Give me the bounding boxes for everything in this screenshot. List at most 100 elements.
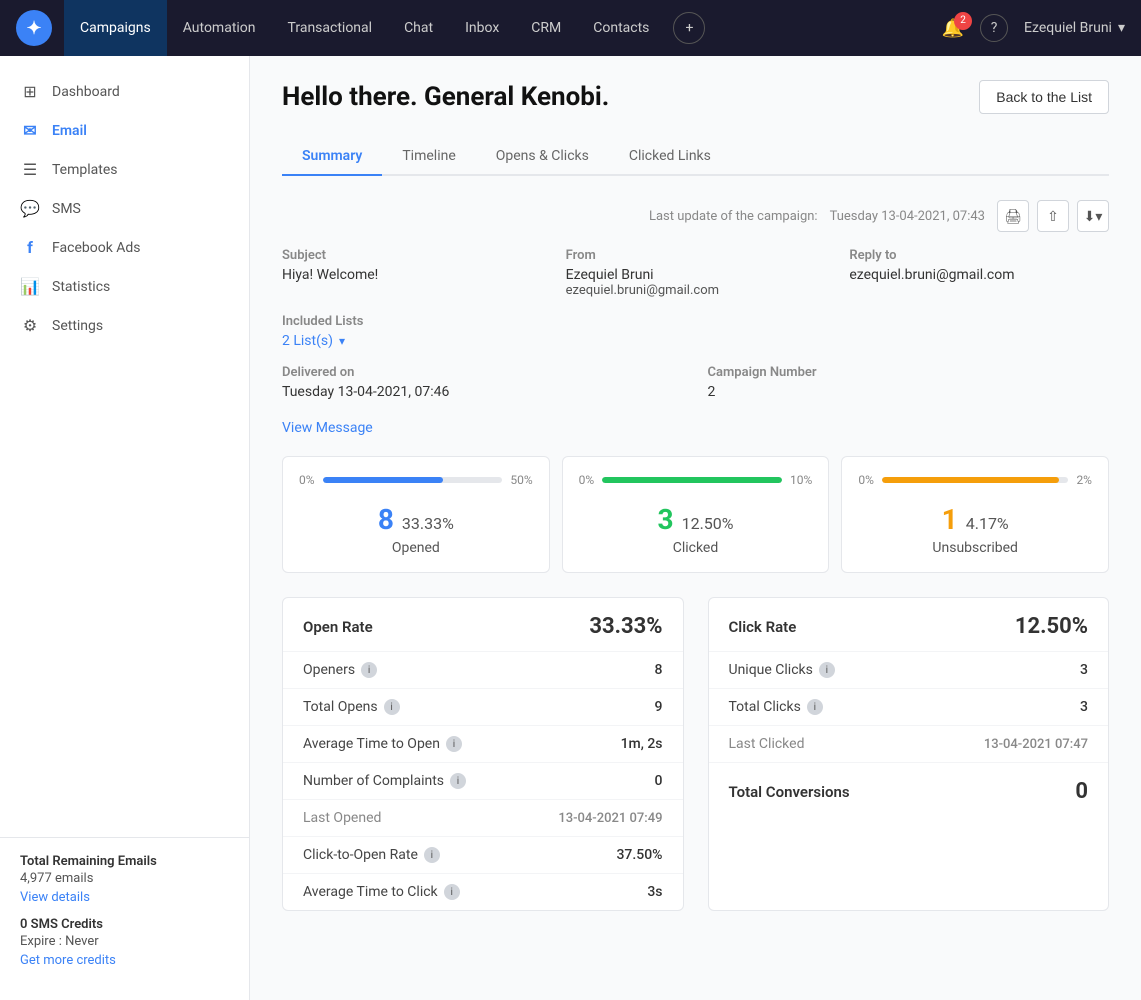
nav-item-chat[interactable]: Chat	[388, 0, 449, 56]
complaints-row: Number of Complaints i 0	[283, 763, 683, 800]
open-rate-title: Open Rate	[303, 618, 373, 636]
conversions-label: Total Conversions	[729, 783, 850, 801]
user-menu[interactable]: Ezequiel Bruni ▾	[1024, 20, 1125, 36]
avg-time-open-info-icon[interactable]: i	[446, 736, 462, 752]
share-button[interactable]: ⇧	[1037, 200, 1069, 232]
view-message-link[interactable]: View Message	[282, 420, 373, 436]
unsubscribed-label: Unsubscribed	[932, 540, 1018, 556]
openers-info-icon[interactable]: i	[361, 662, 377, 678]
sms-expire-label: Expire : Never	[20, 934, 229, 949]
campaign-number-block: Campaign Number 2	[708, 365, 1110, 400]
notification-bell[interactable]: 🔔 2	[942, 18, 964, 39]
nav-item-transactional[interactable]: Transactional	[272, 0, 389, 56]
back-to-list-button[interactable]: Back to the List	[979, 80, 1109, 114]
click-rate-pct: 12.50%	[1015, 614, 1088, 639]
sidebar-item-dashboard[interactable]: ⊞ Dashboard	[0, 72, 249, 111]
total-clicks-value: 3	[1080, 699, 1088, 715]
from-name: Ezequiel Bruni	[566, 267, 826, 283]
tab-summary[interactable]: Summary	[282, 138, 382, 176]
clicked-value: 3 12.50%	[658, 503, 734, 536]
sidebar: ⊞ Dashboard ✉ Email ☰ Templates 💬 SMS f …	[0, 56, 250, 1000]
total-clicks-label: Total Clicks i	[729, 699, 823, 715]
sidebar-item-sms[interactable]: 💬 SMS	[0, 189, 249, 228]
openers-label: Openers i	[303, 662, 377, 678]
tab-timeline[interactable]: Timeline	[382, 138, 475, 176]
nav-plus-button[interactable]: +	[673, 12, 705, 44]
delivered-on-block: Delivered on Tuesday 13-04-2021, 07:46	[282, 365, 684, 400]
total-opens-label: Total Opens i	[303, 699, 400, 715]
campaign-number-value: 2	[708, 384, 1110, 400]
sidebar-item-settings[interactable]: ⚙ Settings	[0, 306, 249, 345]
sidebar-item-templates[interactable]: ☰ Templates	[0, 150, 249, 189]
clicked-bar	[602, 477, 782, 483]
unsubscribed-bar-left: 0%	[858, 473, 874, 487]
layout: ⊞ Dashboard ✉ Email ☰ Templates 💬 SMS f …	[0, 56, 1141, 1000]
openers-row: Openers i 8	[283, 652, 683, 689]
dashboard-icon: ⊞	[20, 82, 40, 101]
subject-block: Subject Hiya! Welcome!	[282, 248, 542, 298]
delivery-info-grid: Delivered on Tuesday 13-04-2021, 07:46 C…	[282, 365, 1109, 400]
conversions-value: 0	[1075, 779, 1088, 804]
update-actions: 🖨 ⇧ ⬇▾	[997, 200, 1109, 232]
tab-opens-clicks[interactable]: Opens & Clicks	[476, 138, 609, 176]
download-button[interactable]: ⬇▾	[1077, 200, 1109, 232]
click-rate-header: Click Rate 12.50%	[709, 598, 1109, 652]
subject-label: Subject	[282, 248, 542, 263]
last-update-value: Tuesday 13-04-2021, 07:43	[830, 209, 985, 224]
click-to-open-label: Click-to-Open Rate i	[303, 847, 440, 863]
logo[interactable]: ✦	[16, 10, 52, 46]
unsubscribed-bar-fill	[882, 477, 1059, 483]
cto-info-icon[interactable]: i	[424, 847, 440, 863]
sidebar-item-facebook-ads[interactable]: f Facebook Ads	[0, 228, 249, 267]
last-clicked-value: 13-04-2021 07:47	[984, 737, 1088, 752]
templates-icon: ☰	[20, 160, 40, 179]
nav-item-inbox[interactable]: Inbox	[449, 0, 515, 56]
settings-icon: ⚙	[20, 316, 40, 335]
help-button[interactable]: ?	[980, 14, 1008, 42]
total-opens-info-icon[interactable]: i	[384, 699, 400, 715]
complaints-info-icon[interactable]: i	[450, 773, 466, 789]
notification-badge: 2	[954, 12, 972, 30]
update-bar: Last update of the campaign: Tuesday 13-…	[282, 200, 1109, 232]
complaints-value: 0	[655, 773, 663, 789]
last-clicked-label: Last Clicked	[729, 736, 805, 752]
total-clicks-row: Total Clicks i 3	[709, 689, 1109, 726]
opened-bar-track: 0% 50%	[299, 473, 533, 487]
click-rate-title: Click Rate	[729, 618, 797, 636]
sidebar-item-email[interactable]: ✉ Email	[0, 111, 249, 150]
top-nav: ✦ Campaigns Automation Transactional Cha…	[0, 0, 1141, 56]
nav-item-campaigns[interactable]: Campaigns	[64, 0, 167, 56]
get-more-credits-link[interactable]: Get more credits	[20, 953, 116, 968]
last-update-label: Last update of the campaign:	[649, 209, 818, 224]
sms-credits-label: 0 SMS Credits	[20, 917, 229, 932]
total-opens-value: 9	[655, 699, 663, 715]
opened-bar-fill	[323, 477, 443, 483]
last-opened-label: Last Opened	[303, 810, 381, 826]
avg-time-click-row: Average Time to Click i 3s	[283, 874, 683, 910]
open-rate-section: Open Rate 33.33% Openers i 8 Total Opens…	[282, 597, 684, 911]
atc-info-icon[interactable]: i	[444, 884, 460, 900]
total-clicks-info-icon[interactable]: i	[807, 699, 823, 715]
nav-item-crm[interactable]: CRM	[515, 0, 577, 56]
nav-item-contacts[interactable]: Contacts	[577, 0, 665, 56]
lists-dropdown-icon[interactable]: ▾	[339, 334, 345, 348]
view-details-link[interactable]: View details	[20, 890, 90, 905]
included-lists-link[interactable]: 2 List(s)	[282, 333, 333, 349]
clicked-card: 0% 10% 3 12.50% Clicked	[562, 456, 830, 573]
clicked-label: Clicked	[673, 540, 719, 556]
last-opened-value: 13-04-2021 07:49	[558, 811, 662, 826]
summary-tabs: Summary Timeline Opens & Clicks Clicked …	[282, 138, 1109, 176]
remaining-emails-count: 4,977 emails	[20, 871, 229, 886]
openers-value: 8	[655, 662, 663, 678]
print-button[interactable]: 🖨	[997, 200, 1029, 232]
unique-clicks-info-icon[interactable]: i	[819, 662, 835, 678]
tab-clicked-links[interactable]: Clicked Links	[609, 138, 731, 176]
page-title: Hello there. General Kenobi.	[282, 82, 609, 112]
sidebar-bottom: Total Remaining Emails 4,977 emails View…	[0, 837, 249, 984]
unsubscribed-bar	[882, 477, 1069, 483]
sidebar-item-statistics[interactable]: 📊 Statistics	[0, 267, 249, 306]
sms-icon: 💬	[20, 199, 40, 218]
clicked-bar-fill	[602, 477, 782, 483]
nav-item-automation[interactable]: Automation	[167, 0, 272, 56]
facebook-icon: f	[20, 238, 40, 257]
